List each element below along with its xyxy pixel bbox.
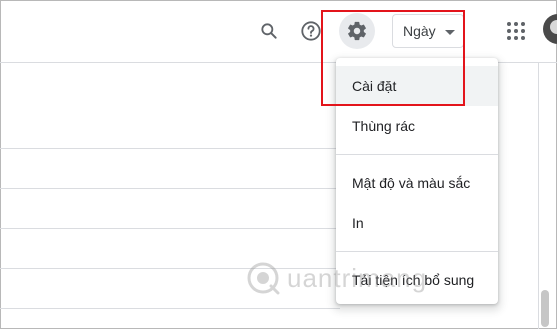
- avatar[interactable]: [543, 14, 557, 44]
- menu-item-label: Mật độ và màu sắc: [352, 175, 471, 191]
- menu-item-density-color[interactable]: Mật độ và màu sắc: [336, 163, 498, 203]
- grid-line: [0, 228, 340, 229]
- apps-grid-icon: [507, 22, 525, 40]
- settings-button[interactable]: [339, 13, 375, 49]
- menu-item-get-addons[interactable]: Tải tiện ích bổ sung: [336, 260, 498, 300]
- content-divider: [538, 63, 539, 329]
- grid-line: [0, 308, 340, 309]
- menu-item-print[interactable]: In: [336, 203, 498, 243]
- menu-separator: [336, 154, 498, 155]
- menu-separator: [336, 251, 498, 252]
- menu-item-label: Thùng rác: [352, 118, 416, 134]
- scrollbar-thumb[interactable]: [541, 290, 549, 327]
- search-button[interactable]: [251, 13, 287, 49]
- view-selector-label: Ngày: [403, 23, 436, 39]
- menu-item-label: Cài đặt: [352, 78, 397, 94]
- grid-line: [0, 268, 340, 269]
- menu-item-label: In: [352, 215, 364, 231]
- gear-icon: [348, 21, 366, 41]
- menu-item-trash[interactable]: Thùng rác: [336, 106, 498, 146]
- grid-line: [0, 148, 340, 149]
- grid-line: [0, 188, 340, 189]
- menu-item-label: Tải tiện ích bổ sung: [352, 272, 475, 288]
- search-icon: [261, 23, 277, 39]
- view-selector[interactable]: Ngày: [392, 14, 464, 48]
- watermark-logo-icon: [247, 262, 280, 295]
- apps-button[interactable]: [498, 13, 534, 49]
- help-icon: [301, 21, 321, 41]
- caret-down-icon: [445, 30, 455, 35]
- help-button[interactable]: [293, 13, 329, 49]
- settings-menu: Cài đặt Thùng rác Mật độ và màu sắc In T…: [336, 58, 498, 304]
- menu-item-settings[interactable]: Cài đặt: [336, 66, 498, 106]
